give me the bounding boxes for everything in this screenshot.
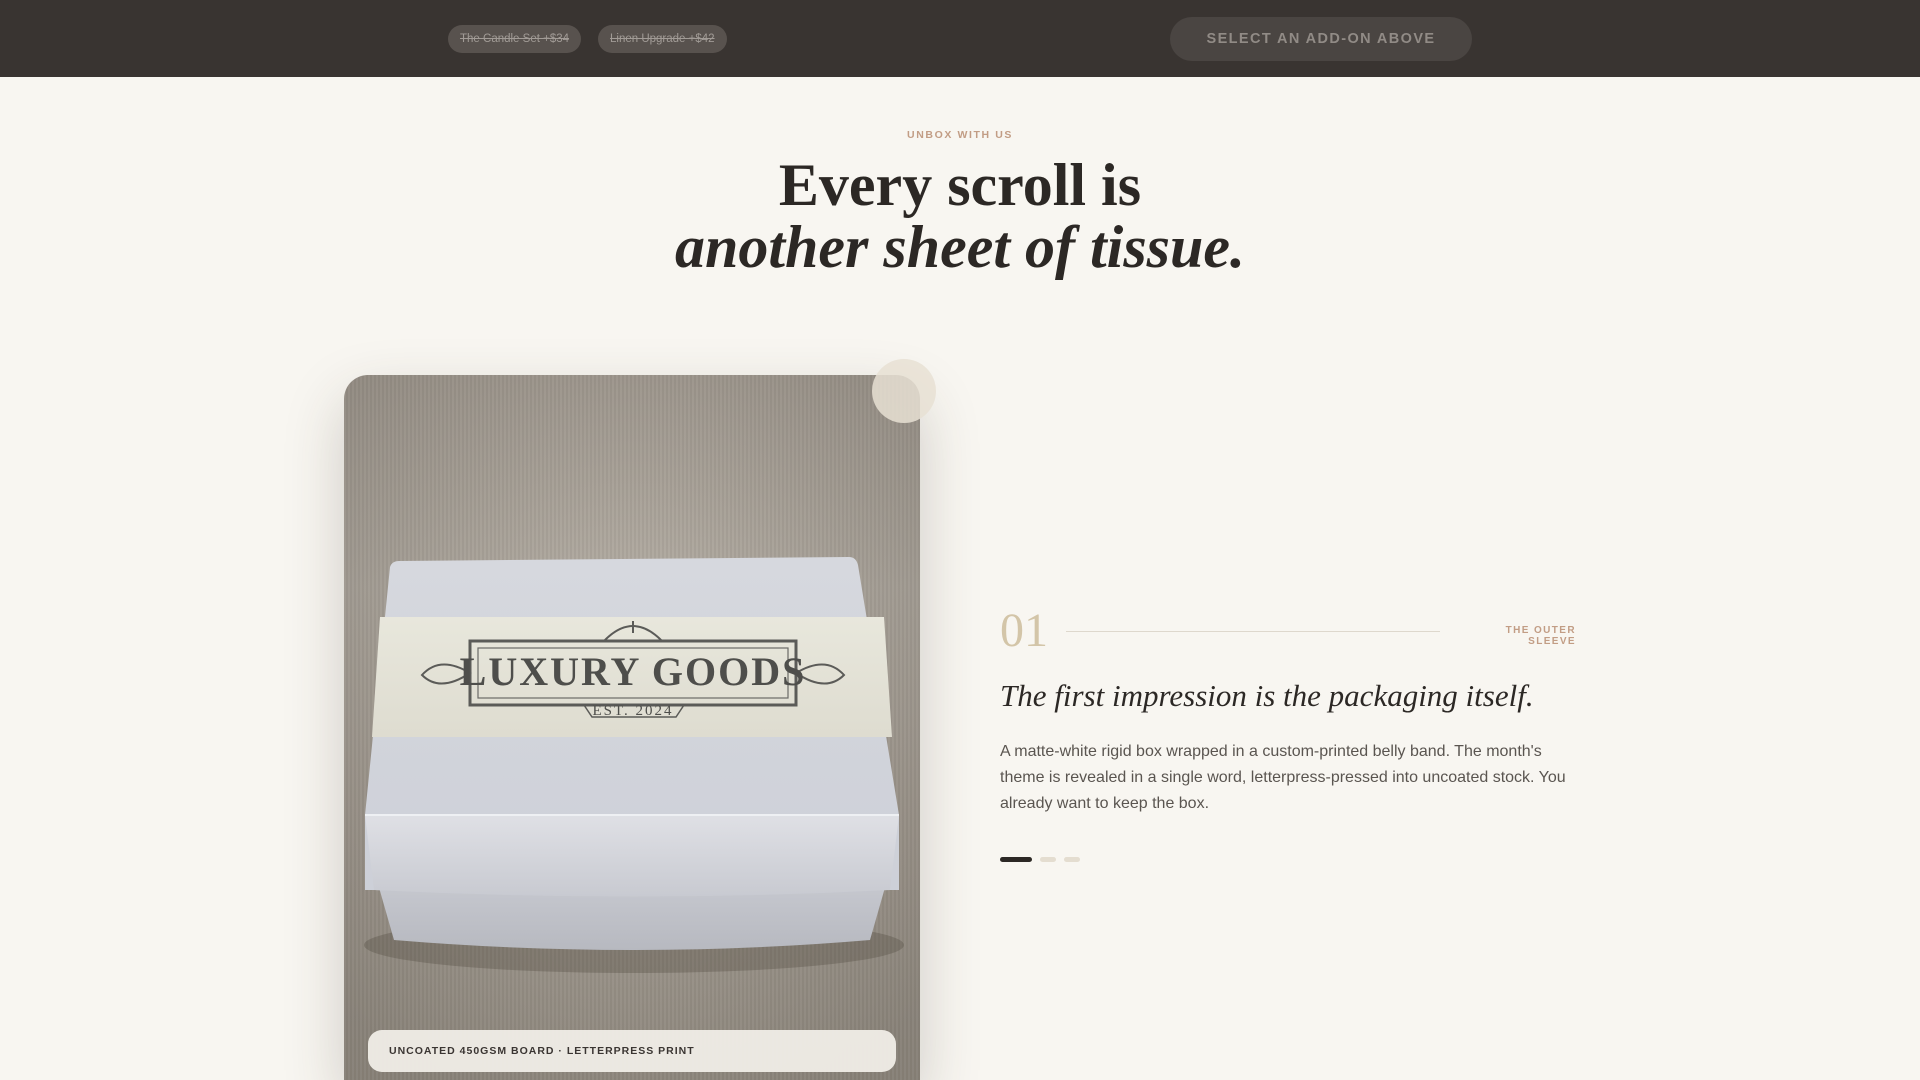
progress-dot-3[interactable] xyxy=(1064,857,1080,862)
addon-chip-candle-set[interactable]: The Candle Set +$34 xyxy=(448,25,582,53)
progress-dot-2[interactable] xyxy=(1040,857,1056,862)
progress-dot-1[interactable] xyxy=(1000,857,1032,862)
packaging-photo: LUXURY GOODS EST. 2024 xyxy=(344,375,920,1080)
headline-line-2: another sheet of tissue. xyxy=(674,214,1246,280)
step-number: 01 xyxy=(1000,604,1048,657)
top-bar: The Candle Set +$34 Linen Upgrade +$42 S… xyxy=(0,0,1920,77)
image-caption: UNCOATED 450GSM BOARD · LETTERPRESS PRIN… xyxy=(368,1030,896,1072)
gift-box-illustration: LUXURY GOODS EST. 2024 xyxy=(364,557,904,973)
step-description: A matte-white rigid box wrapped in a cus… xyxy=(1000,743,1566,812)
select-addon-button[interactable]: SELECT AN ADD-ON ABOVE xyxy=(1170,17,1472,61)
hero-headline: Every scroll is another sheet of tissue. xyxy=(0,154,1920,278)
band-title: LUXURY GOODS xyxy=(460,649,807,694)
step-title: The first impression is the packaging it… xyxy=(1000,678,1534,713)
step-divider xyxy=(1066,631,1440,632)
section-eyebrow: UNBOX WITH US xyxy=(907,129,1013,141)
headline-line-1: Every scroll is xyxy=(778,152,1142,218)
decorative-circle xyxy=(872,359,936,423)
addon-chip-linen-upgrade[interactable]: Linen Upgrade +$42 xyxy=(598,25,727,53)
band-subtitle: EST. 2024 xyxy=(592,703,673,719)
step-label: THE OUTER SLEEVE xyxy=(1505,625,1576,647)
